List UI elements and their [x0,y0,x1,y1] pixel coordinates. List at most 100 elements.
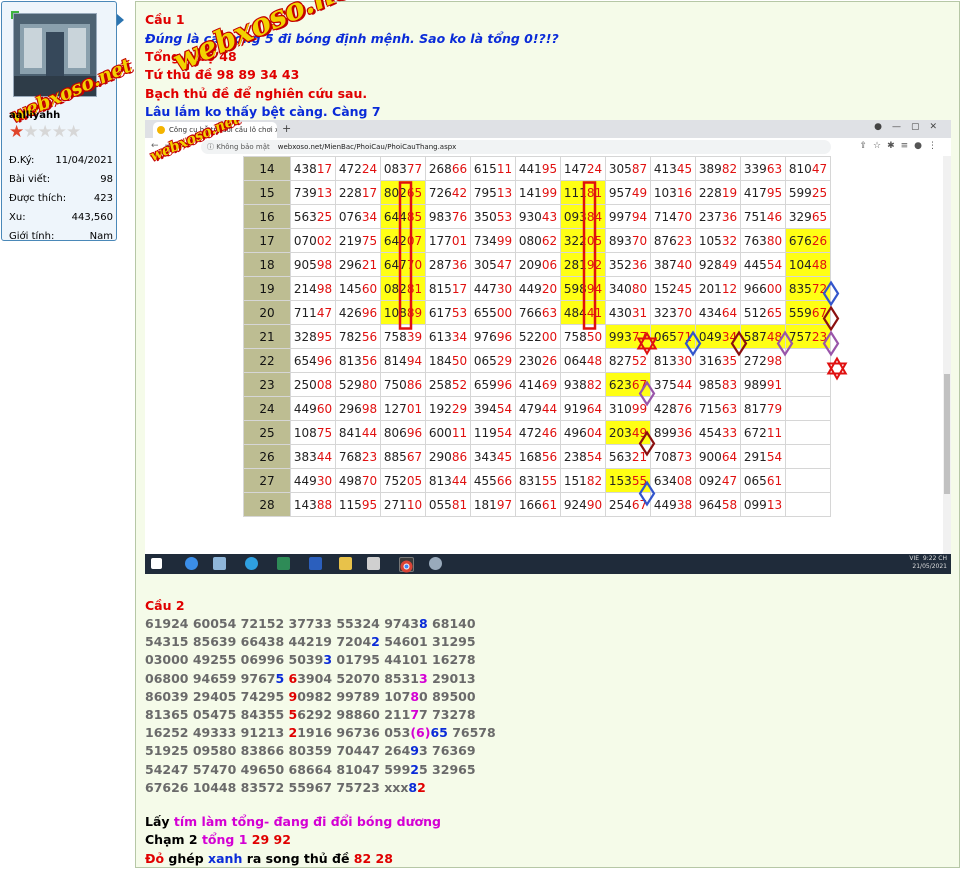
user-stat-label: Được thích: [9,193,67,204]
text-run: 68140 [427,616,476,631]
text-run: 6 [288,670,298,686]
new-tab-button[interactable]: + [282,122,291,135]
user-stat: Đ.Ký: 11/04/2021 [9,155,113,166]
text-run: 61924 60054 72152 37733 55324 9743 [145,616,419,631]
text-run: 76578 [447,725,496,741]
text-run: 51925 09580 83866 80359 70447 264 [145,743,411,759]
text-run: 5 32965 [419,761,476,777]
app-icon[interactable] [429,557,442,570]
cau2-line: 54247 57470 49650 68664 81047 59925 3296… [145,762,476,777]
text-run: 86039 29405 74295 [145,688,289,704]
excel-icon[interactable] [277,557,290,570]
cau1-title: Cầu 1 [145,12,185,27]
text-run: 8 [419,616,428,631]
user-stat-label: Giới tính: [9,231,55,242]
text-run: 5 [275,670,285,686]
post-line-4: Bạch thủ đề để nghiên cứu sau. [145,86,368,101]
text-run: Lấy [145,814,174,829]
system-tray[interactable]: VIE 9:22 CH 21/05/2021 [909,555,947,571]
clock-time: 9:22 CH [922,555,947,562]
app-icon[interactable] [367,557,380,570]
annotation-overlay [398,181,848,507]
blue-diamond-mark [822,280,840,307]
scrollbar-thumb[interactable] [944,374,950,494]
text-run: 81365 05475 84355 [145,707,289,722]
text-run: (6) [410,725,431,741]
url-field[interactable]: ⓘ Không bảo mật webxoso.net/MienBac/PhoiC… [201,140,831,154]
edge-icon[interactable] [245,557,258,570]
cau2-line: 61924 60054 72152 37733 55324 97438 6814… [145,616,476,631]
extension-icons[interactable]: ⇪☆✱≡●⋮ [859,141,943,151]
text-run: 2 [417,779,426,795]
text-run: 9 [410,743,419,759]
user-stat-label: Bài viết: [9,174,51,185]
user-stat-value: 11/04/2021 [55,155,113,166]
text-run: 65 [430,725,448,741]
text-run: 82 28 [353,851,393,866]
username[interactable]: aalliyahh [9,110,60,121]
user-stat-value: 98 [100,174,113,185]
insecure-label: Không bảo mật [216,143,270,151]
red-star-mark [826,362,848,381]
post-content: Cầu 1 Đúng là cái tổng 5 đi bóng định mệ… [135,0,960,868]
red-star-mark [636,337,658,356]
zalo-icon[interactable] [185,557,198,570]
text-run: xanh [208,851,243,866]
text-run: 3 [323,652,333,668]
red-diamond-mark [638,430,656,457]
user-stat-value: 443,560 [71,212,113,223]
footer-line-1: Lấy tím làm tổng- đang đi đổi bóng dương [145,814,441,829]
user-stat-value: 423 [93,193,113,204]
blue-diamond-mark [638,480,656,507]
language-indicator: VIE [909,555,920,562]
text-run: Chạm 2 [145,832,202,847]
text-run: 0 89500 [419,688,476,704]
text-run: 2 [288,725,298,741]
url-text: webxoso.net/MienBac/PhoiCau/PhoiCauThang… [277,143,457,151]
blue-diamond-mark [684,330,702,357]
app-icon[interactable] [213,557,226,570]
text-run: 2 [371,634,380,650]
panel-pointer-arrow [117,14,124,26]
text-run: 03000 49255 06996 5039 [145,652,324,668]
red-rectangle-mark [582,181,597,330]
text-run: 29 92 [251,832,291,847]
text-run: 8 [408,779,418,795]
text-run: 0982 99789 107 [297,688,411,704]
cau2-line: 03000 49255 06996 50393 01795 44101 1627… [145,652,476,667]
cau2-line: 16252 49333 91213 21916 96736 053(6)65 7… [145,725,496,740]
scrollbar[interactable] [943,156,951,554]
chrome-icon[interactable] [399,557,414,573]
purple-diamond-mark [638,380,656,407]
text-run: 5 [288,707,298,722]
word-icon[interactable] [309,557,322,570]
favicon-icon [157,126,165,134]
embedded-screenshot: Công cụ hỗ trợ soi cầu lô chơi x + ●—▢✕ … [145,120,951,574]
red-star-mark [826,356,848,375]
text-run: 01795 44101 16278 [332,652,476,668]
lottery-table-viewport: 14 43817 47224 08377 26866 61511 44195 14724 305… [145,156,951,554]
text-run: 7 73278 [419,707,476,722]
text-run: 06800 94659 9767 [145,670,276,686]
windows-start-icon[interactable] [151,558,162,569]
red-diamond-mark [730,330,748,357]
clock-date: 21/05/2021 [912,563,947,570]
rating-stars: ★★★★★ [9,122,81,142]
text-run: 67626 10448 83572 55967 75723 xxx [145,779,409,795]
cau2-title: Cầu 2 [145,598,185,613]
text-run: 2 [410,761,419,777]
user-stat: Được thích: 423 [9,193,113,204]
cau2-line: 51925 09580 83866 80359 70447 26493 7636… [145,743,476,758]
text-run: tổng 1 [201,832,252,847]
text-run: 6292 98860 211 [297,707,411,722]
footer-line-3: Đỏ ghép xanh ra song thủ đề 82 28 [145,851,393,866]
text-run: 3904 52070 8531 [297,670,420,686]
folder-icon[interactable] [339,557,352,570]
text-run: 3 [419,670,428,686]
window-controls[interactable]: ●—▢✕ [874,122,947,132]
text-run: 54315 85639 66438 44219 7204 [145,634,372,650]
text-run: 54601 31295 [379,634,476,650]
red-star-mark [636,331,658,350]
text-run: 1916 96736 053 [297,725,411,741]
user-info-panel: webxoso.net aalliyahh ★★★★★ Đ.Ký: 11/04/2… [1,1,135,242]
